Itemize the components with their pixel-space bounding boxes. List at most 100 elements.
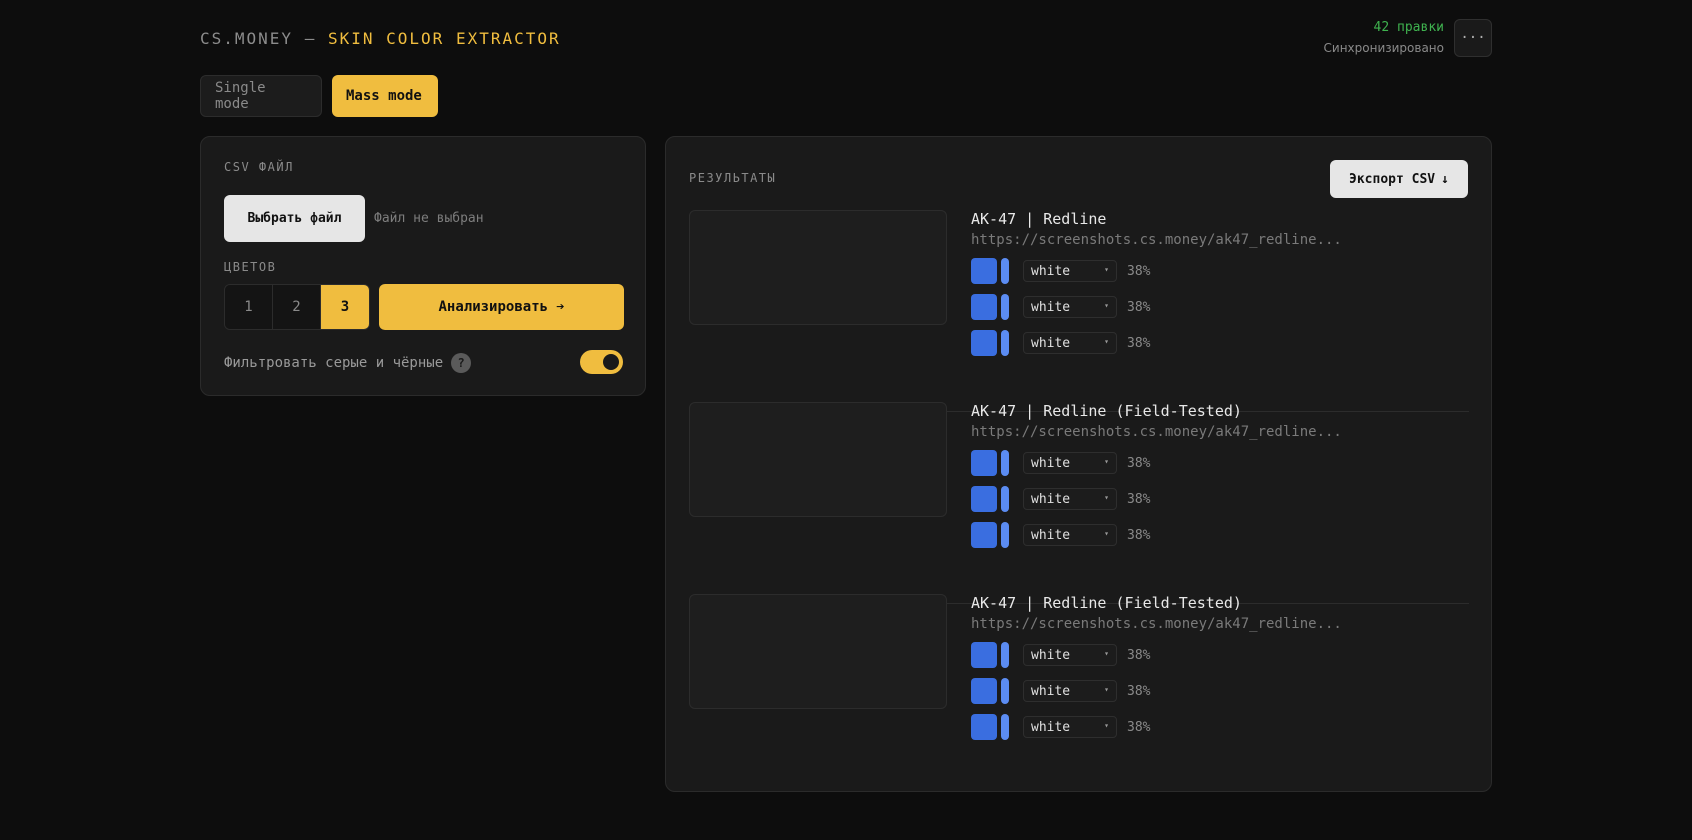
color-count-selector: 1 2 3 <box>224 284 370 330</box>
color-name-select[interactable]: white ▾ <box>1023 716 1117 738</box>
sync-status-text: Синхронизировано <box>1323 41 1444 55</box>
skin-name: AK-47 | Redline (Field-Tested) <box>971 594 1242 612</box>
skin-url[interactable]: https://screenshots.cs.money/ak47_redlin… <box>971 232 1342 248</box>
color-name-select[interactable]: white ▾ <box>1023 680 1117 702</box>
header: CS.MONEY — SKIN COLOR EXTRACTOR 42 правк… <box>200 0 1492 76</box>
color-row: white ▾ 38% <box>971 642 1150 668</box>
color-shade-bar <box>1001 330 1009 356</box>
skin-thumbnail <box>689 594 947 709</box>
color-name-value: white <box>1031 455 1071 471</box>
filter-gray-black-label: Фильтровать серые и чёрные ? <box>224 353 472 373</box>
color-count-option-1[interactable]: 1 <box>225 285 273 329</box>
color-name-select[interactable]: white ▾ <box>1023 524 1117 546</box>
chevron-down-icon: ▾ <box>1104 721 1109 730</box>
app-title: CS.MONEY — SKIN COLOR EXTRACTOR <box>200 29 561 48</box>
csv-section-label: CSV ФАЙЛ <box>224 160 294 174</box>
color-swatch[interactable] <box>971 522 997 548</box>
edits-count: 42 правки <box>1373 20 1444 35</box>
color-percent: 38% <box>1127 683 1151 699</box>
color-shade-bar <box>1001 642 1009 668</box>
color-shade-bar <box>1001 522 1009 548</box>
color-shade-bar <box>1001 450 1009 476</box>
color-percent: 38% <box>1127 335 1151 351</box>
color-swatch[interactable] <box>971 450 997 476</box>
color-name-value: white <box>1031 683 1071 699</box>
color-shade-bar <box>1001 714 1009 740</box>
color-shade-bar <box>1001 294 1009 320</box>
color-percent: 38% <box>1127 263 1151 279</box>
color-percent: 38% <box>1127 527 1151 543</box>
color-name-select[interactable]: white ▾ <box>1023 452 1117 474</box>
color-name-value: white <box>1031 647 1071 663</box>
color-percent: 38% <box>1127 491 1151 507</box>
color-row: white ▾ 38% <box>971 450 1150 476</box>
color-name-select[interactable]: white ▾ <box>1023 260 1117 282</box>
color-shade-bar <box>1001 678 1009 704</box>
skin-name: AK-47 | Redline (Field-Tested) <box>971 402 1242 420</box>
results-panel: РЕЗУЛЬТАТЫ Экспорт CSV ↓ AK-47 | Redline… <box>665 136 1492 792</box>
color-name-value: white <box>1031 491 1071 507</box>
chevron-down-icon: ▾ <box>1104 301 1109 310</box>
color-swatch[interactable] <box>971 486 997 512</box>
result-item: AK-47 | Redline https://screenshots.cs.mo… <box>689 210 1469 412</box>
skin-url[interactable]: https://screenshots.cs.money/ak47_redlin… <box>971 424 1342 440</box>
color-percent: 38% <box>1127 455 1151 471</box>
color-row: white ▾ 38% <box>971 522 1150 548</box>
color-row: white ▾ 38% <box>971 678 1150 704</box>
chevron-down-icon: ▾ <box>1104 649 1109 658</box>
analyze-button[interactable]: Анализировать ➔ <box>379 284 624 330</box>
results-section-label: РЕЗУЛЬТАТЫ <box>689 171 777 185</box>
color-swatch[interactable] <box>971 642 997 668</box>
color-name-value: white <box>1031 263 1071 279</box>
color-swatch[interactable] <box>971 678 997 704</box>
brand-subtitle: SKIN COLOR EXTRACTOR <box>327 29 561 48</box>
color-shade-bar <box>1001 258 1009 284</box>
color-name-select[interactable]: white ▾ <box>1023 332 1117 354</box>
color-name-select[interactable]: white ▾ <box>1023 488 1117 510</box>
color-row: white ▾ 38% <box>971 486 1150 512</box>
color-swatch[interactable] <box>971 258 997 284</box>
sync-status: 42 правки Синхронизировано <box>1324 19 1444 57</box>
color-swatch[interactable] <box>971 330 997 356</box>
skin-thumbnail <box>689 210 947 325</box>
color-row: white ▾ 38% <box>971 294 1150 320</box>
color-count-option-3[interactable]: 3 <box>321 285 369 329</box>
skin-name: AK-47 | Redline <box>971 210 1107 228</box>
export-csv-button[interactable]: Экспорт CSV ↓ <box>1330 160 1468 198</box>
help-icon[interactable]: ? <box>451 353 472 373</box>
app-root: CS.MONEY — SKIN COLOR EXTRACTOR 42 правк… <box>200 0 1492 792</box>
chevron-down-icon: ▾ <box>1104 457 1109 466</box>
download-arrow-icon: ↓ <box>1441 171 1449 187</box>
choose-file-button[interactable]: Выбрать файл <box>224 195 365 242</box>
arrow-right-icon: ➔ <box>556 299 565 315</box>
mode-tabs: Single mode Mass mode <box>200 75 438 117</box>
tab-mass-mode[interactable]: Mass mode <box>332 75 438 117</box>
analyze-button-label: Анализировать <box>438 299 549 315</box>
tab-single-mode[interactable]: Single mode <box>200 75 322 117</box>
color-name-select[interactable]: white ▾ <box>1023 644 1117 666</box>
color-count-option-2[interactable]: 2 <box>273 285 321 329</box>
chevron-down-icon: ▾ <box>1104 529 1109 538</box>
color-swatch[interactable] <box>971 294 997 320</box>
chevron-down-icon: ▾ <box>1104 685 1109 694</box>
result-item: AK-47 | Redline (Field-Tested) https://sc… <box>689 402 1469 604</box>
input-panel: CSV ФАЙЛ Выбрать файл Файл не выбран ЦВЕ… <box>200 136 646 396</box>
color-name-value: white <box>1031 719 1071 735</box>
chevron-down-icon: ▾ <box>1104 493 1109 502</box>
result-item: AK-47 | Redline (Field-Tested) https://sc… <box>689 594 1469 796</box>
filter-toggle[interactable] <box>580 350 623 374</box>
color-row: white ▾ 38% <box>971 714 1150 740</box>
color-shade-bar <box>1001 486 1009 512</box>
skin-url[interactable]: https://screenshots.cs.money/ak47_redlin… <box>971 616 1342 632</box>
chevron-down-icon: ▾ <box>1104 337 1109 346</box>
export-button-label: Экспорт CSV <box>1349 171 1436 187</box>
more-menu-button[interactable]: ··· <box>1454 19 1492 57</box>
color-swatch[interactable] <box>971 714 997 740</box>
brand-name: CS.MONEY <box>200 29 294 48</box>
brand-separator: — <box>304 29 317 48</box>
color-row: white ▾ 38% <box>971 258 1150 284</box>
more-icon: ··· <box>1460 30 1486 46</box>
color-name-select[interactable]: white ▾ <box>1023 296 1117 318</box>
color-percent: 38% <box>1127 299 1151 315</box>
chevron-down-icon: ▾ <box>1104 265 1109 274</box>
